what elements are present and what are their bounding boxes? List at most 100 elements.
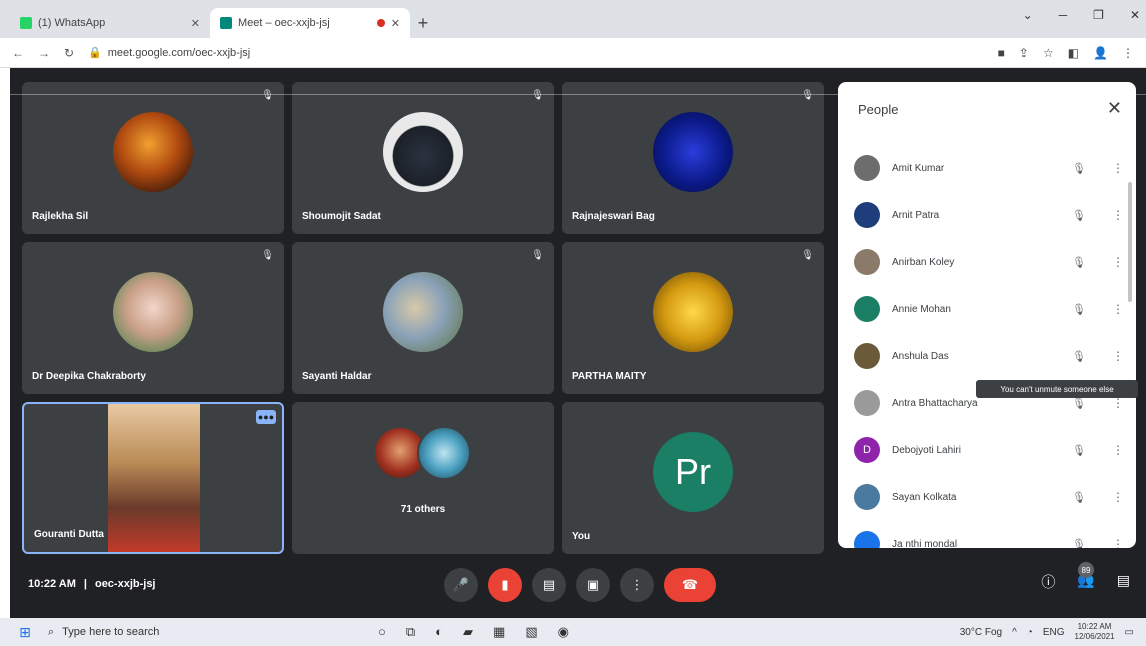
list-item[interactable]: Arnit Patra 🎙 ⋮ <box>854 197 1124 233</box>
participant-tile[interactable]: 🎙 Dr Deepika Chakraborty <box>22 242 284 394</box>
mic-off-icon[interactable]: 🎙 <box>1070 350 1088 363</box>
others-count: 71 others <box>400 504 446 515</box>
more-icon[interactable]: ⋮ <box>1112 255 1124 269</box>
mic-off-icon[interactable]: 🎙 <box>1070 162 1088 175</box>
mic-off-icon: 🎙 <box>531 250 544 261</box>
avatar <box>653 112 733 192</box>
close-icon[interactable]: ✕ <box>391 17 400 30</box>
sidebar-icon[interactable]: ◧ <box>1068 46 1079 60</box>
list-item[interactable]: Anshula Das 🎙 ⋮ <box>854 338 1124 374</box>
windows-start-icon[interactable]: ⊞ <box>10 624 40 641</box>
file-explorer-icon[interactable]: ▰ <box>463 624 473 640</box>
participant-tile[interactable]: 🎙 Shoumojit Sadat <box>292 82 554 234</box>
scrollbar[interactable] <box>1128 182 1132 302</box>
lang-text[interactable]: ENG <box>1043 627 1065 638</box>
more-icon[interactable]: ⋮ <box>1112 302 1124 316</box>
mic-off-icon: 🎙 <box>801 90 814 101</box>
forward-icon[interactable]: → <box>38 46 50 60</box>
store-icon[interactable]: ▦ <box>493 624 505 640</box>
participant-name: Sayanti Haldar <box>302 371 372 382</box>
chat-icon[interactable]: ▤ <box>1117 572 1130 592</box>
app-icon[interactable]: ▧ <box>525 624 537 640</box>
more-icon[interactable]: ⋮ <box>1112 443 1124 457</box>
chrome-icon[interactable]: ◉ <box>558 624 569 640</box>
participant-count-badge: 89 <box>1078 562 1094 578</box>
cortana-icon[interactable]: ○ <box>378 624 386 640</box>
list-item[interactable]: Ja nthi mondal 🎙 ⋮ <box>854 526 1124 548</box>
info-icon[interactable]: ⓘ <box>1041 572 1055 592</box>
url-text: meet.google.com/oec-xxjb-jsj <box>107 46 251 59</box>
participant-name: Rajlekha Sil <box>32 211 89 222</box>
present-icon: ▣ <box>586 577 600 592</box>
tooltip: You can't unmute someone else <box>976 380 1138 398</box>
taskbar-search[interactable]: ⌕ Type here to search <box>48 621 318 643</box>
back-icon[interactable]: ← <box>12 46 24 60</box>
mic-off-icon[interactable]: 🎙 <box>1070 491 1088 504</box>
camera-button[interactable]: ▮ <box>488 568 522 602</box>
chevron-down-icon[interactable]: ⌄ <box>1023 8 1033 22</box>
reload-icon[interactable]: ↻ <box>64 46 74 60</box>
others-tile[interactable]: 71 others <box>292 402 554 554</box>
task-view-icon[interactable]: ⧉ <box>406 624 415 640</box>
mic-off-icon[interactable]: 🎙 <box>1070 538 1088 549</box>
participant-tile[interactable]: 🎙 Rajnajeswari Bag <box>562 82 824 234</box>
star-icon[interactable]: ☆ <box>1043 46 1054 60</box>
notifications-icon[interactable]: ▭ <box>1125 627 1134 638</box>
clock[interactable]: 10:22 AM 12/06/2021 <box>1075 622 1115 642</box>
mic-off-icon[interactable]: 🎙 <box>1070 444 1088 457</box>
profile-icon[interactable]: 👤 <box>1093 46 1108 60</box>
list-item[interactable]: Amit Kumar 🎙 ⋮ <box>854 150 1124 186</box>
present-button[interactable]: ▣ <box>576 568 610 602</box>
list-item[interactable]: Sayan Kolkata 🎙 ⋮ <box>854 479 1124 515</box>
more-icon[interactable]: ⋮ <box>1112 161 1124 175</box>
list-item[interactable]: Annie Mohan 🎙 ⋮ <box>854 291 1124 327</box>
mic-off-icon[interactable]: 🎙 <box>1070 397 1088 410</box>
mic-off-icon[interactable]: 🎙 <box>1070 209 1088 222</box>
leave-call-button[interactable]: ☎ <box>664 568 716 602</box>
tab-meet[interactable]: Meet – oec-xxjb-jsj ✕ <box>210 8 410 38</box>
minimize-button[interactable]: ─ <box>1059 8 1068 22</box>
person-name: Debojyoti Lahiri <box>892 444 961 456</box>
tab-title: Meet – oec-xxjb-jsj <box>238 17 330 29</box>
menu-icon[interactable]: ⋮ <box>1122 46 1134 60</box>
weather-text[interactable]: 30°C Fog <box>960 627 1002 638</box>
participant-tile[interactable]: 🎙 Rajlekha Sil <box>22 82 284 234</box>
list-item[interactable]: D Debojyoti Lahiri 🎙 ⋮ <box>854 432 1124 468</box>
url-field[interactable]: 🔒 meet.google.com/oec-xxjb-jsj <box>88 42 648 64</box>
more-options-button[interactable]: ⋮ <box>620 568 654 602</box>
more-icon[interactable]: ⋮ <box>1112 349 1124 363</box>
more-icon[interactable]: ⋮ <box>1112 396 1124 410</box>
mic-button[interactable]: 🎤 <box>444 568 478 602</box>
share-icon[interactable]: ⇪ <box>1019 46 1029 60</box>
participant-tile[interactable]: 🎙 PARTHA MAITY <box>562 242 824 394</box>
new-tab-button[interactable]: + <box>410 8 436 38</box>
person-name: Anshula Das <box>892 350 949 362</box>
mic-off-icon[interactable]: 🎙 <box>1070 303 1088 316</box>
camera-icon[interactable]: ■ <box>998 46 1005 60</box>
more-icon[interactable]: ⋮ <box>1112 208 1124 222</box>
more-icon[interactable]: ⋮ <box>1112 537 1124 548</box>
person-name: Annie Mohan <box>892 303 951 315</box>
avatar <box>383 272 463 352</box>
restore-button[interactable]: ❐ <box>1093 8 1104 22</box>
more-icon[interactable]: ⋮ <box>1112 490 1124 504</box>
mic-off-icon: 🎙 <box>261 250 274 261</box>
close-window-button[interactable]: ✕ <box>1130 8 1140 22</box>
mic-off-icon[interactable]: 🎙 <box>1070 256 1088 269</box>
list-item[interactable]: Anirban Koley 🎙 ⋮ <box>854 244 1124 280</box>
close-icon[interactable]: ✕ <box>191 17 200 30</box>
tab-whatsapp[interactable]: (1) WhatsApp ✕ <box>10 8 210 38</box>
close-icon[interactable]: ✕ <box>1107 98 1122 119</box>
others-avatars <box>373 426 473 486</box>
network-icon[interactable]: ◔ <box>1027 627 1033 638</box>
avatar <box>113 112 193 192</box>
self-tile[interactable]: Pr You <box>562 402 824 554</box>
avatar: Pr <box>653 432 733 512</box>
chevron-up-icon[interactable]: ^ <box>1012 627 1017 638</box>
participant-tile[interactable]: 🎙 Sayanti Haldar <box>292 242 554 394</box>
captions-icon: ▤ <box>542 577 556 592</box>
participant-tile-presenter[interactable]: ●●● Gouranti Dutta <box>22 402 284 554</box>
more-icon: ⋮ <box>630 577 644 592</box>
captions-button[interactable]: ▤ <box>532 568 566 602</box>
edge-icon[interactable]: ◐ <box>435 624 443 640</box>
